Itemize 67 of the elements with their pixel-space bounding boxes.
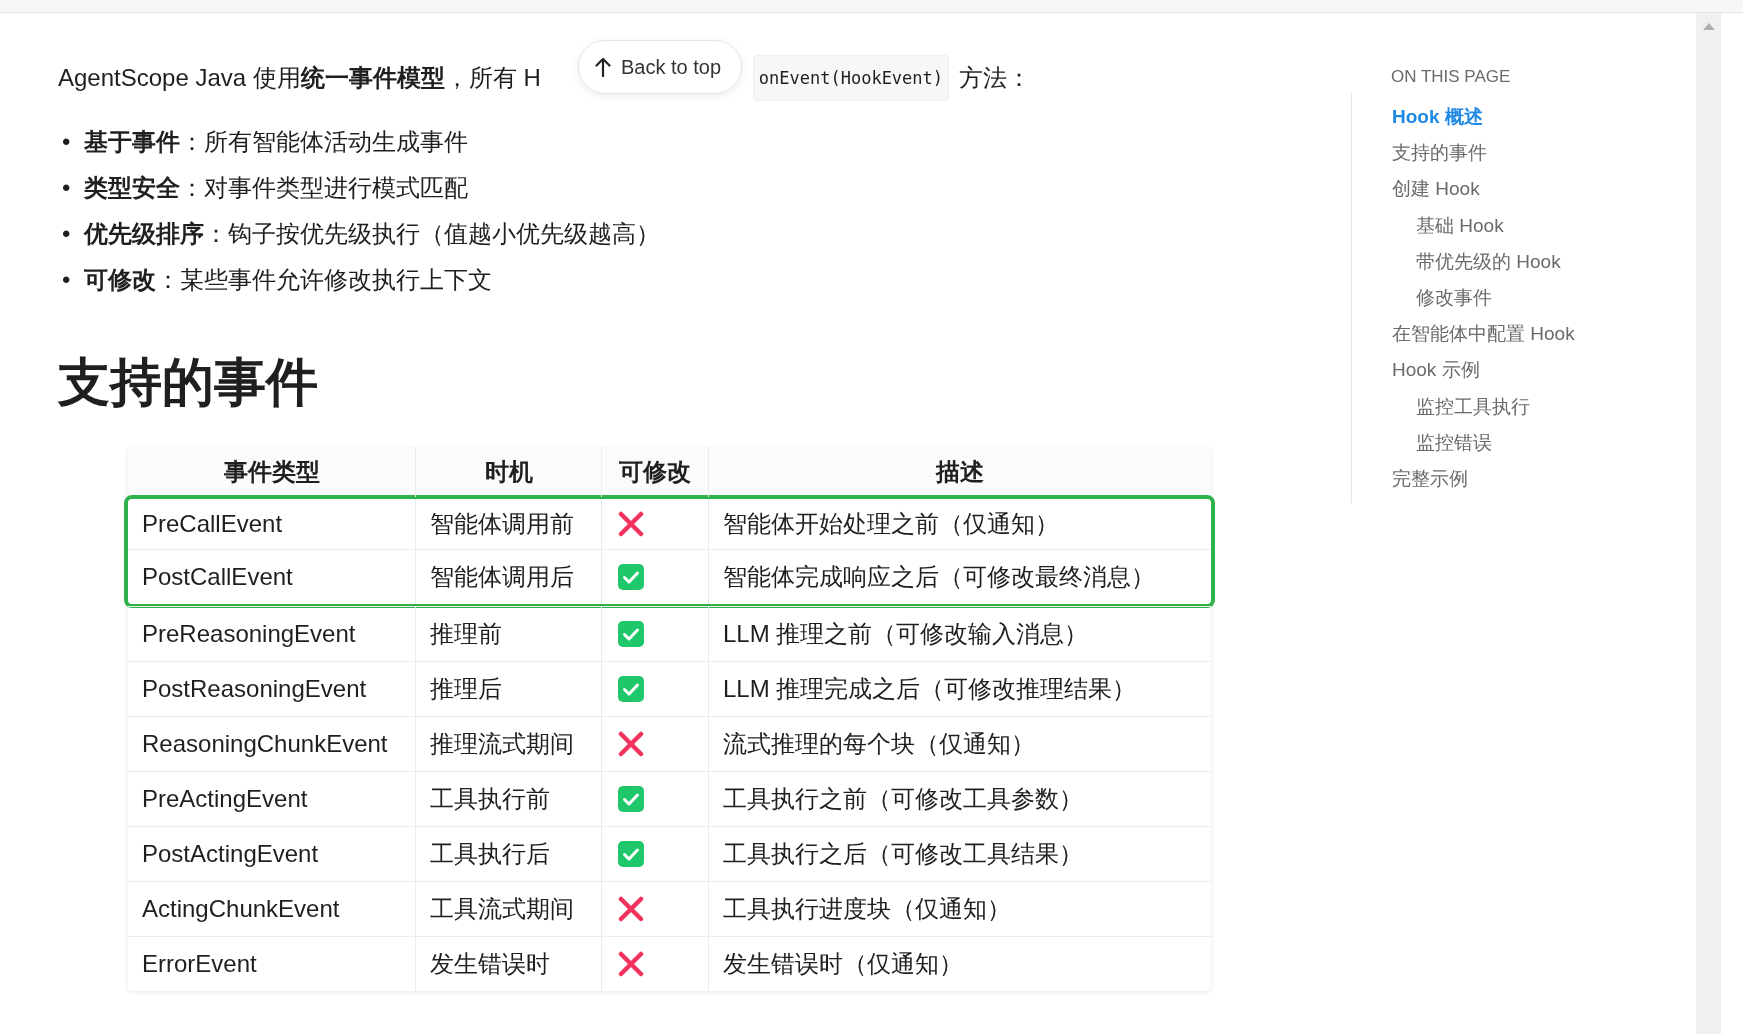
toc-title: ON THIS PAGE (1391, 66, 1512, 88)
table-cell: 推理流式期间 (415, 717, 601, 771)
bullet-marker: • (62, 127, 71, 157)
bullet-marker: • (62, 219, 71, 249)
column-header: 描述 (708, 447, 1211, 497)
bullet-text: 优先级排序：钩子按优先级执行（值越小优先级越高） (84, 219, 661, 249)
toc-link[interactable]: 在智能体中配置 Hook (1392, 316, 1575, 353)
back-to-top-button[interactable]: Back to top (578, 40, 743, 94)
table-cell-text: PostReasoningEvent (141, 674, 368, 704)
table-cell: 发生错误时 (415, 937, 601, 991)
check-icon (618, 621, 644, 647)
intro-text: 方法： (959, 63, 1032, 93)
bullet-text: 可修改：某些事件允许修改执行上下文 (84, 265, 493, 295)
check-icon (618, 841, 644, 867)
table-cell: 工具流式期间 (415, 882, 601, 936)
toc-link[interactable]: 创建 Hook (1392, 171, 1480, 208)
table-cell-text: PostCallEvent (141, 562, 294, 592)
table-cell: 智能体调用后 (415, 550, 601, 604)
table-cell: 智能体调用前 (415, 499, 601, 549)
check-icon (618, 786, 644, 812)
table-cell: LLM 推理之前（可修改输入消息） (708, 607, 1211, 661)
table-cell: LLM 推理完成之后（可修改推理结果） (708, 662, 1211, 716)
check-icon (618, 676, 644, 702)
column-header: 事件类型 (222, 457, 321, 487)
table-cell: 工具执行前 (415, 772, 601, 826)
cross-icon (618, 896, 644, 922)
toc-link[interactable]: Hook 概述 (1392, 99, 1483, 136)
bullet-marker: • (62, 265, 71, 295)
bullet-marker: • (62, 173, 71, 203)
table-cell: 工具执行之前（可修改工具参数） (708, 772, 1211, 826)
toc-link[interactable]: 修改事件 (1392, 280, 1492, 317)
table-cell-text: ActingChunkEvent (141, 894, 341, 924)
column-header: 可修改 (601, 447, 708, 497)
toc-link[interactable]: 完整示例 (1392, 461, 1468, 498)
check-icon (618, 564, 644, 590)
intro-text: AgentScope Java 使用统一事件模型，所有 H (58, 63, 541, 93)
table-cell: 智能体完成响应之后（可修改最终消息） (708, 550, 1211, 604)
column-header: 时机 (415, 447, 601, 497)
arrow-up-icon (595, 57, 611, 77)
cross-icon (618, 731, 644, 757)
table-cell: 推理前 (415, 607, 601, 661)
table-cell-text: ReasoningChunkEvent (141, 729, 389, 759)
bullet-text: 基于事件：所有智能体活动生成事件 (84, 127, 469, 157)
toc-link[interactable]: 监控工具执行 (1392, 388, 1530, 425)
section-heading: 支持的事件 (58, 352, 319, 413)
scroll-up-icon[interactable] (1702, 23, 1715, 30)
table-cell: 工具执行之后（可修改工具结果） (708, 827, 1211, 881)
table-cell: 推理后 (415, 662, 601, 716)
toc-link[interactable]: 基础 Hook (1392, 207, 1504, 244)
cross-icon (618, 951, 644, 977)
table-cell-text: PreCallEvent (141, 509, 284, 539)
bullet-text: 类型安全：对事件类型进行模式匹配 (84, 173, 469, 203)
table-cell: 发生错误时（仅通知） (708, 937, 1211, 991)
table-cell-text: PreReasoningEvent (141, 619, 357, 649)
toc-link[interactable]: 支持的事件 (1392, 135, 1487, 172)
table-cell: 工具执行进度块（仅通知） (708, 882, 1211, 936)
table-cell-text: PreActingEvent (141, 784, 309, 814)
table-cell: 智能体开始处理之前（仅通知） (708, 499, 1211, 549)
table-cell-text: PostActingEvent (141, 839, 320, 869)
toc-link[interactable]: 带优先级的 Hook (1392, 243, 1561, 280)
toc-link[interactable]: Hook 示例 (1392, 352, 1480, 389)
table-cell-text: ErrorEvent (141, 949, 258, 979)
toc-link[interactable]: 监控错误 (1392, 424, 1492, 462)
cross-icon (618, 511, 644, 537)
table-cell: 工具执行后 (415, 827, 601, 881)
table-cell: 流式推理的每个块（仅通知） (708, 717, 1211, 771)
inline-code: onEvent(HookEvent) (752, 55, 950, 101)
